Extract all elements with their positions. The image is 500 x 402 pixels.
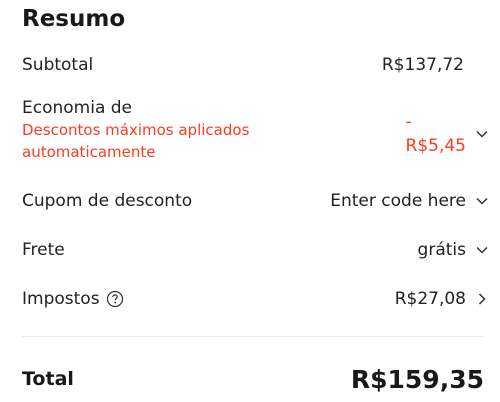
savings-sign: - [405, 112, 412, 132]
summary-title: Resumo [22, 6, 126, 32]
savings-block: Economia de Descontos máximos aplicados … [22, 97, 322, 163]
coupon-input[interactable]: Enter code here [330, 191, 490, 211]
chevron-down-icon [474, 193, 490, 209]
total-value: R$159,35 [350, 364, 484, 394]
savings-value: R$5,45 [405, 136, 466, 156]
shipping-toggle[interactable]: grátis [418, 240, 490, 260]
chevron-down-icon [474, 242, 490, 258]
total-row: Total R$159,35 [22, 362, 484, 396]
savings-label: Economia de [22, 98, 133, 118]
savings-note: Descontos máximos aplicados automaticame… [22, 121, 250, 161]
chevron-right-icon [474, 291, 490, 307]
coupon-placeholder: Enter code here [330, 191, 466, 211]
shipping-row[interactable]: Frete grátis [22, 237, 490, 263]
coupon-label: Cupom de desconto [22, 191, 193, 211]
taxes-label-group: Impostos [22, 289, 124, 309]
savings-toggle[interactable]: - R$5,45 [406, 110, 490, 158]
subtotal-label: Subtotal [22, 55, 94, 75]
subtotal-value: R$137,72 [381, 55, 464, 75]
shipping-label: Frete [22, 240, 65, 260]
coupon-row[interactable]: Cupom de desconto Enter code here [22, 188, 490, 214]
chevron-down-icon [474, 126, 490, 142]
taxes-value: R$27,08 [394, 289, 466, 309]
taxes-toggle[interactable]: R$27,08 [395, 289, 490, 309]
shipping-value: grátis [417, 240, 466, 260]
taxes-row[interactable]: Impostos R$27,08 [22, 286, 490, 312]
taxes-label: Impostos [22, 289, 100, 309]
divider [22, 336, 484, 337]
help-circle-icon[interactable] [106, 290, 124, 308]
subtotal-row: Subtotal R$137,72 [22, 52, 490, 78]
total-label: Total [22, 368, 74, 390]
